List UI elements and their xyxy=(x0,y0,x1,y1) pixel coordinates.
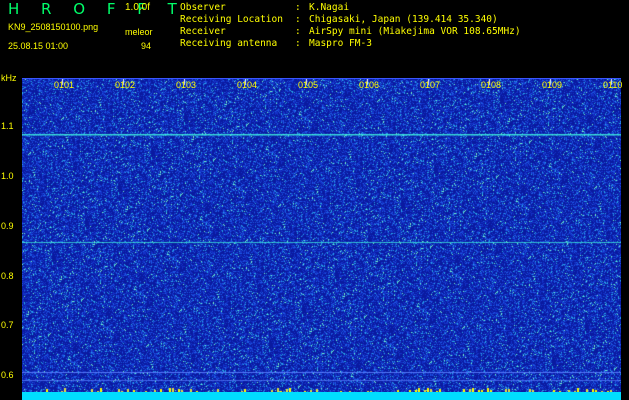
x-tick-label: 0110 xyxy=(603,80,623,90)
y-tick-label: 0.9 xyxy=(1,221,14,231)
version-label: 1.0.0f xyxy=(125,2,151,13)
x-tick-label: 0102 xyxy=(115,80,136,90)
header-panel: H R O F F T 1.0.0f KN9_2508150100.png me… xyxy=(0,0,629,76)
y-tick-label: 1.0 xyxy=(1,171,14,181)
meta-row-antenna: Receiving antenna: Maspro FM-3 xyxy=(180,38,372,49)
meta-row-observer: Observer: K.Nagai xyxy=(180,2,350,13)
y-tick-label: 0.8 xyxy=(1,271,14,281)
y-axis-unit: kHz xyxy=(1,73,17,83)
mode-label: meleor xyxy=(125,27,153,37)
meta-row-location: Receiving Location: Chigasaki, Japan (139… xyxy=(180,14,498,25)
x-tick-label: 0101 xyxy=(54,80,75,90)
x-tick-label: 0108 xyxy=(481,80,502,90)
datetime-label: 25.08.15 01:00 xyxy=(8,41,69,51)
x-tick-label: 0105 xyxy=(298,80,319,90)
app-title: H R O F F T xyxy=(8,0,186,18)
metadata-block: Observer: K.Nagai Receiving Location: Chig… xyxy=(180,2,521,50)
x-tick-label: 0103 xyxy=(176,80,197,90)
x-tick-label: 0107 xyxy=(420,80,441,90)
x-tick-label: 0109 xyxy=(542,80,563,90)
spectrogram-waterfall xyxy=(22,78,621,397)
count-label: 94 xyxy=(141,41,152,51)
y-tick-label: 0.7 xyxy=(1,320,14,330)
waterfall-canvas xyxy=(22,79,621,397)
filename-label: KN9_2508150100.png xyxy=(8,22,99,32)
x-tick-label: 0106 xyxy=(359,80,380,90)
y-tick-label: 1.1 xyxy=(1,121,14,131)
x-tick-label: 0104 xyxy=(237,80,258,90)
bottom-strip xyxy=(22,392,621,400)
y-tick-label: 0.6 xyxy=(1,370,14,380)
meta-row-receiver: Receiver: AirSpy mini (Miakejima VOR 108.… xyxy=(180,26,521,37)
